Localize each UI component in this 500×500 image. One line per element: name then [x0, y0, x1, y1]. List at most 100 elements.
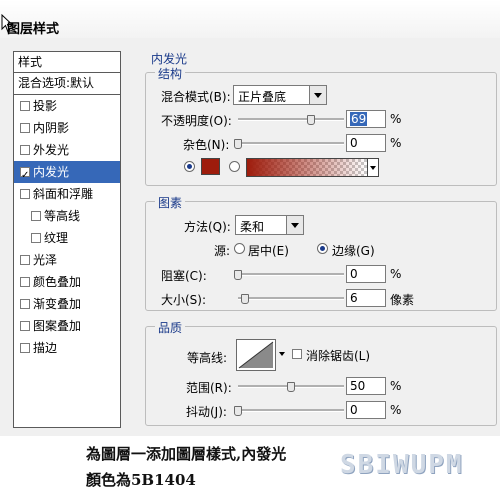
size-slider-thumb[interactable]: [241, 294, 249, 304]
elements-group: 图素 方法(Q): 柔和 源: 居中(E) 边缘(G) 阻塞(C): 0 % 大…: [145, 194, 497, 311]
style-item-checkbox[interactable]: [20, 343, 30, 353]
style-item-checkbox[interactable]: [20, 123, 30, 133]
jitter-slider-track[interactable]: [238, 409, 344, 412]
antialias-checkbox[interactable]: [292, 349, 302, 359]
style-item-checkbox[interactable]: [31, 233, 41, 243]
choke-input[interactable]: 0: [346, 265, 386, 283]
style-item-label: 纹理: [44, 231, 69, 245]
source-label: 源:: [214, 244, 231, 258]
style-item-label: 斜面和浮雕: [33, 187, 94, 201]
noise-input[interactable]: 0: [346, 134, 386, 152]
style-item-label: 颜色叠加: [33, 275, 82, 289]
glow-gradient-picker[interactable]: [246, 158, 368, 177]
source-center-radio[interactable]: [234, 243, 245, 254]
noise-slider-track[interactable]: [238, 142, 344, 145]
style-item-label: 投影: [33, 99, 58, 113]
size-input[interactable]: 6: [346, 289, 386, 307]
range-input[interactable]: 50: [346, 377, 386, 395]
blending-options-item[interactable]: 混合选项:默认: [14, 73, 120, 95]
style-item[interactable]: 光泽: [14, 249, 120, 271]
style-item[interactable]: 图案叠加: [14, 315, 120, 337]
range-slider-thumb[interactable]: [287, 382, 295, 392]
antialias-label[interactable]: 消除锯齿(L): [306, 347, 370, 364]
jitter-percent-sign: %: [390, 403, 402, 417]
style-item-checkbox[interactable]: [20, 189, 30, 199]
choke-slider-thumb[interactable]: [234, 270, 242, 280]
style-item-checkbox[interactable]: [31, 211, 41, 221]
style-item-checkbox[interactable]: [20, 145, 30, 155]
style-item[interactable]: 斜面和浮雕: [14, 183, 120, 205]
choke-slider-track[interactable]: [238, 273, 344, 276]
style-item-label: 描边: [33, 341, 58, 355]
range-percent-sign: %: [390, 379, 402, 393]
style-item-label: 图案叠加: [33, 319, 82, 333]
gradient-dropdown-button[interactable]: [367, 158, 379, 177]
opacity-input[interactable]: 69: [346, 110, 386, 128]
watermark-logo: SBIWUPM: [340, 450, 464, 480]
chevron-down-icon: [286, 216, 303, 234]
size-slider-track[interactable]: [238, 297, 344, 300]
noise-slider-thumb[interactable]: [234, 139, 242, 149]
blend-mode-label: 混合模式(B):: [161, 90, 231, 104]
style-list: 样式 混合选项:默认 投影内阴影外发光内发光斜面和浮雕等高线纹理光泽颜色叠加渐变…: [13, 51, 121, 428]
style-item[interactable]: 描边: [14, 337, 120, 359]
style-item[interactable]: 投影: [14, 95, 120, 117]
quality-title: 品质: [155, 319, 186, 336]
quality-group: 品质 等高线: 消除锯齿(L) 范围(R): 50 % 抖动(J): 0 %: [145, 319, 497, 426]
dialog-title: 图层样式: [7, 22, 60, 37]
opacity-slider-thumb[interactable]: [307, 115, 316, 125]
jitter-input[interactable]: 0: [346, 401, 386, 419]
technique-select[interactable]: 柔和: [235, 215, 304, 235]
style-item[interactable]: 纹理: [14, 227, 120, 249]
structure-group: 结构 混合模式(B): 正片叠底 不透明度(O): 69 % 杂色(N): 0 …: [145, 65, 497, 186]
layer-style-dialog: 图层样式 样式 混合选项:默认 投影内阴影外发光内发光斜面和浮雕等高线纹理光泽颜…: [0, 0, 500, 436]
gradient-radio[interactable]: [229, 161, 240, 172]
size-unit: 像素: [390, 293, 415, 307]
style-item[interactable]: 等高线: [14, 205, 120, 227]
style-item-label: 内发光: [33, 165, 70, 179]
choke-percent-sign: %: [390, 267, 402, 281]
opacity-slider-track[interactable]: [238, 118, 344, 121]
style-item-label: 等高线: [44, 209, 81, 223]
title-bar: 图层样式: [0, 0, 500, 38]
style-item[interactable]: 内发光: [14, 161, 120, 187]
style-item[interactable]: 外发光: [14, 139, 120, 161]
source-center-label[interactable]: 居中(E): [248, 242, 289, 259]
contour-curve-icon: [238, 341, 274, 369]
opacity-percent-sign: %: [390, 112, 402, 126]
caption-line-1: 為圖層一添加圖層樣式,內發光: [86, 445, 287, 463]
style-item-label: 渐变叠加: [33, 297, 82, 311]
source-edge-label[interactable]: 边缘(G): [332, 242, 375, 259]
contour-dropdown-button[interactable]: [276, 339, 288, 371]
styles-header[interactable]: 样式: [14, 52, 120, 73]
structure-title: 结构: [155, 65, 186, 82]
style-item-label: 光泽: [33, 253, 58, 267]
style-item-checkbox[interactable]: [20, 321, 30, 331]
contour-label: 等高线:: [187, 351, 228, 365]
source-edge-radio[interactable]: [317, 243, 328, 254]
style-item[interactable]: 渐变叠加: [14, 293, 120, 315]
elements-title: 图素: [155, 194, 186, 211]
blend-mode-value: 正片叠底: [238, 90, 287, 104]
glow-color-swatch[interactable]: [201, 158, 220, 175]
contour-preview[interactable]: [236, 339, 276, 371]
opacity-label: 不透明度(O):: [161, 114, 232, 128]
style-item[interactable]: 颜色叠加: [14, 271, 120, 293]
style-item-checkbox[interactable]: [20, 299, 30, 309]
style-item-checkbox[interactable]: [20, 277, 30, 287]
style-item-checkbox[interactable]: [20, 165, 30, 187]
solid-color-radio[interactable]: [184, 161, 195, 172]
size-label: 大小(S):: [161, 293, 207, 307]
noise-percent-sign: %: [390, 136, 402, 150]
noise-label: 杂色(N):: [183, 138, 230, 152]
caption-line-2: 顏色為5B1404: [86, 471, 196, 489]
range-label: 范围(R):: [186, 381, 232, 395]
style-item-label: 外发光: [33, 143, 70, 157]
style-item-checkbox[interactable]: [20, 101, 30, 111]
jitter-label: 抖动(J):: [186, 405, 227, 419]
blend-mode-select[interactable]: 正片叠底: [233, 85, 327, 105]
style-item-label: 内阴影: [33, 121, 70, 135]
style-item-checkbox[interactable]: [20, 255, 30, 265]
style-item[interactable]: 内阴影: [14, 117, 120, 139]
jitter-slider-thumb[interactable]: [234, 406, 242, 416]
